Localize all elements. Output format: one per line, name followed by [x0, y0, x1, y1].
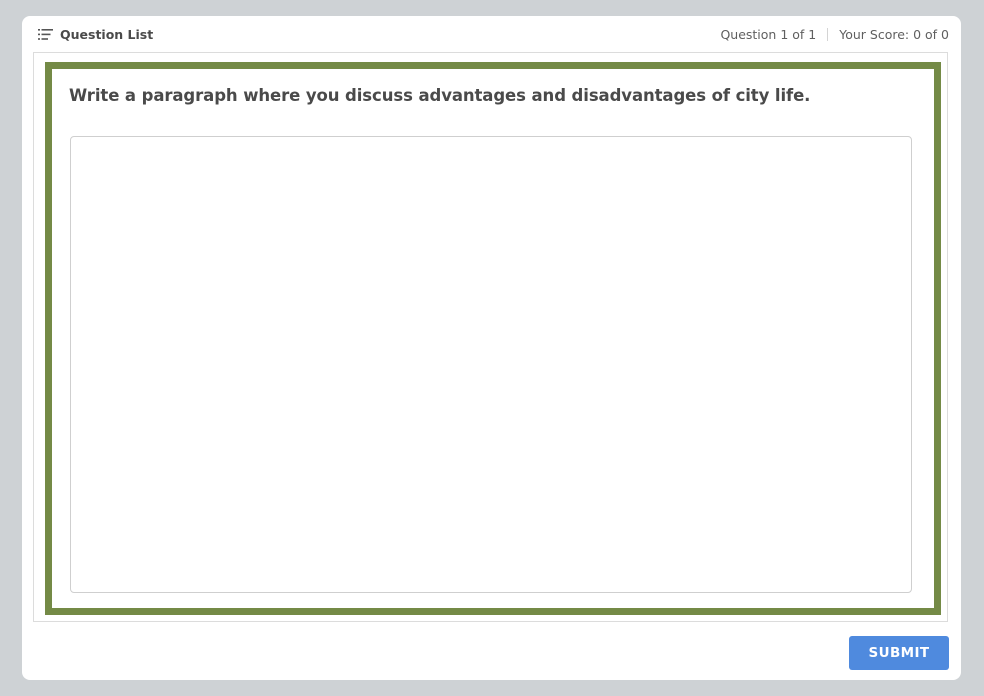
list-icon [38, 28, 53, 40]
question-list-label: Question List [60, 26, 154, 42]
status-divider [827, 27, 829, 41]
question-prompt: Write a paragraph where you discuss adva… [69, 86, 811, 105]
question-counter: Question 1 of 1 [720, 26, 817, 42]
score-display: Your Score: 0 of 0 [839, 26, 949, 42]
question-frame: Write a paragraph where you discuss adva… [45, 62, 941, 615]
submit-button[interactable]: SUBMIT [849, 636, 949, 670]
quiz-card: Question List Question 1 of 1 Your Score… [22, 16, 961, 680]
question-list-button[interactable]: Question List [38, 25, 153, 43]
answer-textarea[interactable] [70, 136, 912, 593]
question-panel: Write a paragraph where you discuss adva… [33, 52, 948, 622]
quiz-status: Question 1 of 1 Your Score: 0 of 0 [720, 25, 949, 43]
quiz-header: Question List Question 1 of 1 Your Score… [22, 16, 961, 52]
